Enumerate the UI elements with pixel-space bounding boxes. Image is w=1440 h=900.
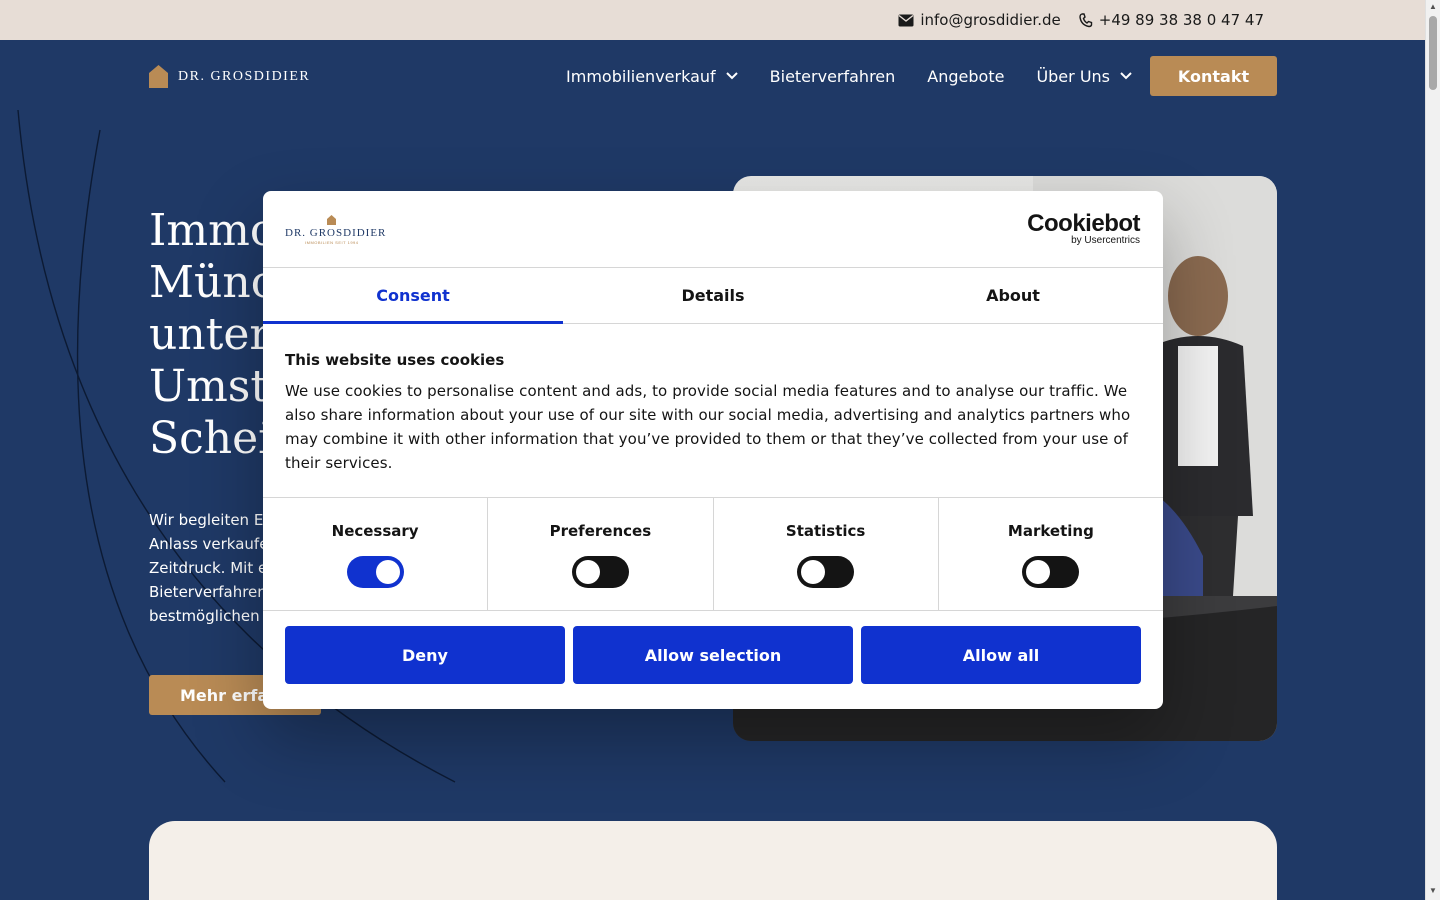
- dialog-title: This website uses cookies: [285, 351, 505, 369]
- toggle-statistics: Statistics: [714, 498, 939, 610]
- preferences-switch[interactable]: [571, 556, 629, 588]
- switch-knob: [375, 560, 400, 584]
- toggle-label: Marketing: [1007, 522, 1094, 540]
- tab-consent[interactable]: Consent: [263, 268, 563, 324]
- scroll-thumb[interactable]: [1429, 16, 1437, 90]
- allow-all-button[interactable]: Allow all: [861, 626, 1141, 684]
- dialog-buttons: Deny Allow selection Allow all: [263, 611, 1163, 699]
- scroll-up-icon[interactable]: ▲: [1429, 2, 1437, 11]
- toggle-preferences: Preferences: [488, 498, 714, 610]
- page-scrollbar[interactable]: ▲ ▼: [1425, 0, 1440, 900]
- tab-about[interactable]: About: [863, 268, 1163, 323]
- marketing-switch[interactable]: [1022, 556, 1080, 588]
- dialog-logo-subtext: IMMOBILIEN SEIT 1994: [305, 240, 359, 245]
- toggle-label: Necessary: [331, 522, 419, 540]
- dialog-header: DR. GROSDIDIER IMMOBILIEN SEIT 1994 Cook…: [263, 191, 1163, 268]
- cookie-overlay: DR. GROSDIDIER IMMOBILIEN SEIT 1994 Cook…: [0, 0, 1425, 900]
- consent-toggles: Necessary Preferences Statistics Marketi…: [263, 498, 1163, 611]
- necessary-switch[interactable]: [346, 556, 404, 588]
- cookiebot-logo[interactable]: Cookiebot by Usercentrics: [1027, 210, 1140, 247]
- switch-knob: [1026, 560, 1051, 584]
- scroll-down-icon[interactable]: ▼: [1429, 886, 1437, 895]
- statistics-switch[interactable]: [797, 556, 855, 588]
- dialog-tabs: Consent Details About: [263, 268, 1163, 324]
- cookie-dialog: DR. GROSDIDIER IMMOBILIEN SEIT 1994 Cook…: [263, 191, 1163, 709]
- toggle-necessary: Necessary: [263, 498, 489, 610]
- cookiebot-brand: Cookiebot: [1027, 210, 1140, 237]
- tab-details[interactable]: Details: [563, 268, 863, 323]
- toggle-marketing: Marketing: [939, 498, 1163, 610]
- switch-knob: [801, 560, 826, 584]
- toggle-label: Statistics: [785, 522, 866, 540]
- dialog-body: This website uses cookies We use cookies…: [263, 324, 1163, 498]
- allow-selection-button[interactable]: Allow selection: [573, 626, 853, 684]
- dialog-logo-text: DR. GROSDIDIER: [285, 227, 387, 239]
- dialog-text: We use cookies to personalise content an…: [285, 382, 1131, 472]
- dialog-logo: DR. GROSDIDIER IMMOBILIEN SEIT 1994: [285, 213, 385, 251]
- switch-knob: [575, 560, 600, 584]
- deny-button[interactable]: Deny: [285, 626, 565, 684]
- toggle-label: Preferences: [549, 522, 652, 540]
